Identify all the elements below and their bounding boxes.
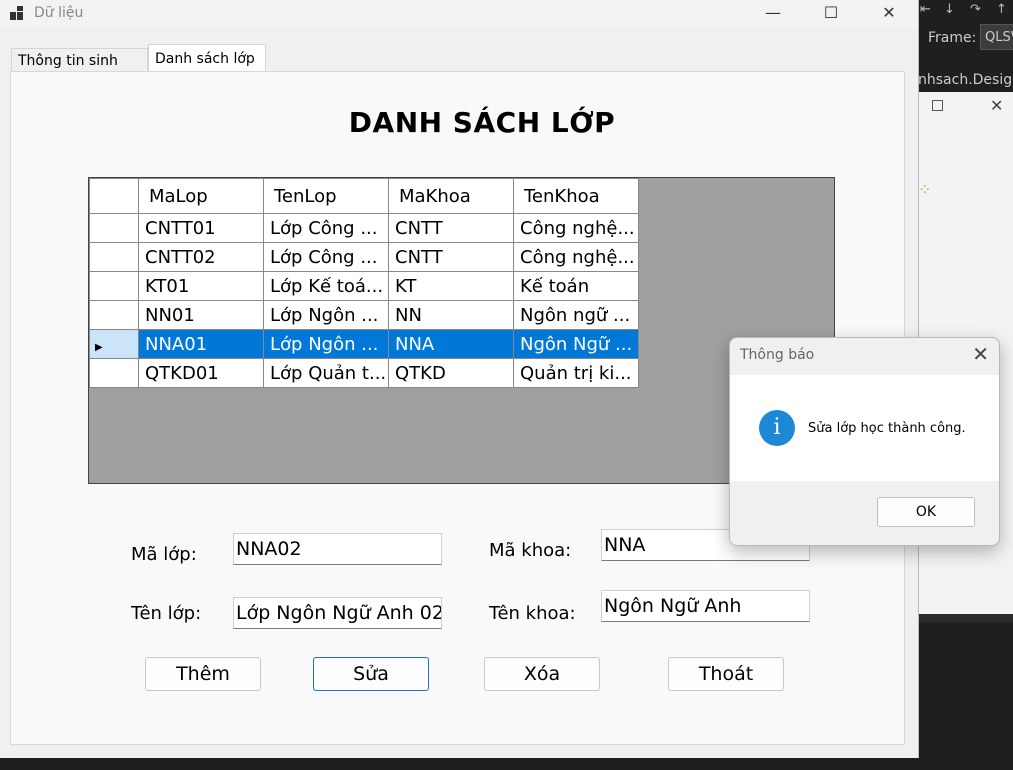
ide-toolbar: ⇤ ↓ ↷ ↑ xyxy=(918,0,1013,24)
cell-tenkhoa[interactable]: Công nghệ... xyxy=(513,213,639,243)
row-header[interactable] xyxy=(89,213,139,243)
grid-table: MaLop TenLop MaKhoa TenKhoa CNTT01 Lớp C… xyxy=(89,178,639,388)
column-header-tenkhoa[interactable]: TenKhoa xyxy=(513,178,639,214)
cell-makhoa[interactable]: QTKD xyxy=(388,358,514,388)
cell-tenkhoa[interactable]: Công nghệ... xyxy=(513,242,639,272)
ok-button[interactable]: OK xyxy=(877,497,975,527)
column-header-makhoa[interactable]: MaKhoa xyxy=(388,178,514,214)
class-data-grid[interactable]: MaLop TenLop MaKhoa TenKhoa CNTT01 Lớp C… xyxy=(88,177,835,484)
minimize-icon[interactable]: — xyxy=(744,0,802,28)
xoa-button[interactable]: Xóa xyxy=(484,657,600,691)
ide-frame-label: Frame: xyxy=(928,30,977,46)
column-header-malop[interactable]: MaLop xyxy=(138,178,264,214)
step-into-icon[interactable]: ↓ xyxy=(944,2,955,17)
tab-thong-tin-sinh-vien[interactable]: Thông tin sinh viên xyxy=(11,48,148,93)
ten-khoa-input[interactable]: Ngôn Ngữ Anh xyxy=(601,590,810,622)
table-row[interactable]: KT01 Lớp Kế toá... KT Kế toán xyxy=(89,271,639,301)
cell-malop[interactable]: CNTT02 xyxy=(138,242,264,272)
sua-button[interactable]: Sửa xyxy=(313,657,429,691)
tab-danh-sach-lop[interactable]: Danh sách lớp xyxy=(148,44,266,72)
cell-tenlop[interactable]: Lớp Công ... xyxy=(263,213,389,243)
step-over-icon[interactable]: ↷ xyxy=(970,2,981,17)
thoat-button[interactable]: Thoát xyxy=(668,657,784,691)
cell-makhoa[interactable]: NN xyxy=(388,300,514,330)
table-row[interactable]: CNTT01 Lớp Công ... CNTT Công nghệ... xyxy=(89,213,639,243)
ide-frame-dropdown[interactable]: QLSV xyxy=(980,24,1013,50)
title-bar[interactable]: Dữ liệu — ☐ ✕ xyxy=(0,0,918,28)
dialog-body: i Sửa lớp học thành công. xyxy=(730,375,999,481)
cell-malop[interactable]: QTKD01 xyxy=(138,358,264,388)
ten-lop-label: Tên lớp: xyxy=(131,603,202,624)
step-back-icon[interactable]: ⇤ xyxy=(920,2,931,17)
cell-makhoa[interactable]: KT xyxy=(388,271,514,301)
row-header-corner[interactable] xyxy=(89,178,139,214)
table-row[interactable]: QTKD01 Lớp Quản t... QTKD Quản trị ki... xyxy=(89,358,639,388)
column-header-tenlop[interactable]: TenLop xyxy=(263,178,389,214)
ide-output-area xyxy=(918,614,1013,770)
cell-tenlop[interactable]: Lớp Quản t... xyxy=(263,358,389,388)
step-out-icon[interactable]: ↑ xyxy=(996,2,1007,17)
ma-lop-label: Mã lớp: xyxy=(131,544,197,565)
window-title: Dữ liệu xyxy=(34,5,84,21)
cell-tenlop[interactable]: Lớp Ngôn ... xyxy=(263,300,389,330)
grid-header-row: MaLop TenLop MaKhoa TenKhoa xyxy=(89,178,639,214)
ten-khoa-label: Tên khoa: xyxy=(489,603,576,624)
row-header[interactable] xyxy=(89,242,139,272)
dialog-title: Thông báo xyxy=(740,347,815,363)
message-dialog: Thông báo ✕ i Sửa lớp học thành công. OK xyxy=(729,337,1000,546)
cell-makhoa[interactable]: NNA xyxy=(388,329,514,359)
ma-khoa-label: Mã khoa: xyxy=(489,540,572,561)
ten-lop-input[interactable]: Lớp Ngôn Ngữ Anh 02 xyxy=(233,597,442,629)
table-row[interactable]: CNTT02 Lớp Công ... CNTT Công nghệ... xyxy=(89,242,639,272)
cell-tenkhoa[interactable]: Ngôn Ngữ ... xyxy=(513,329,639,359)
cell-tenkhoa[interactable]: Kế toán xyxy=(513,271,639,301)
ide-file-tab[interactable]: nhsach.Designer xyxy=(918,72,1013,88)
table-row[interactable]: NN01 Lớp Ngôn ... NN Ngôn ngữ ... xyxy=(89,300,639,330)
page-title: DANH SÁCH LỚP xyxy=(348,106,616,139)
cell-tenlop[interactable]: Lớp Công ... xyxy=(263,242,389,272)
close-icon[interactable]: ✕ xyxy=(972,342,989,366)
dialog-message: Sửa lớp học thành công. xyxy=(808,421,966,436)
cell-malop[interactable]: CNTT01 xyxy=(138,213,264,243)
current-row-arrow-icon: ▶ xyxy=(95,341,103,353)
ma-lop-input[interactable]: NNA02 xyxy=(233,533,442,565)
cell-tenkhoa[interactable]: Quản trị ki... xyxy=(513,358,639,388)
row-header[interactable]: ▶ xyxy=(89,329,139,359)
cell-tenlop[interactable]: Lớp Kế toá... xyxy=(263,271,389,301)
app-icon xyxy=(10,6,26,22)
row-header[interactable] xyxy=(89,271,139,301)
maximize-icon[interactable]: ☐ xyxy=(802,0,860,28)
cell-makhoa[interactable]: CNTT xyxy=(388,242,514,272)
cell-malop[interactable]: KT01 xyxy=(138,271,264,301)
table-row-selected[interactable]: ▶ NNA01 Lớp Ngôn ... NNA Ngôn Ngữ ... xyxy=(89,329,639,359)
row-header[interactable] xyxy=(89,300,139,330)
cell-malop[interactable]: NN01 xyxy=(138,300,264,330)
designer-glyph-icon: ⁘ xyxy=(918,180,932,199)
row-header[interactable] xyxy=(89,358,139,388)
cell-makhoa[interactable]: CNTT xyxy=(388,213,514,243)
them-button[interactable]: Thêm xyxy=(145,657,261,691)
close-icon[interactable]: ✕ xyxy=(990,96,1003,115)
info-icon: i xyxy=(759,410,795,446)
cell-malop[interactable]: NNA01 xyxy=(138,329,264,359)
close-icon[interactable]: ✕ xyxy=(860,0,918,28)
cell-tenlop[interactable]: Lớp Ngôn ... xyxy=(263,329,389,359)
cell-tenkhoa[interactable]: Ngôn ngữ ... xyxy=(513,300,639,330)
